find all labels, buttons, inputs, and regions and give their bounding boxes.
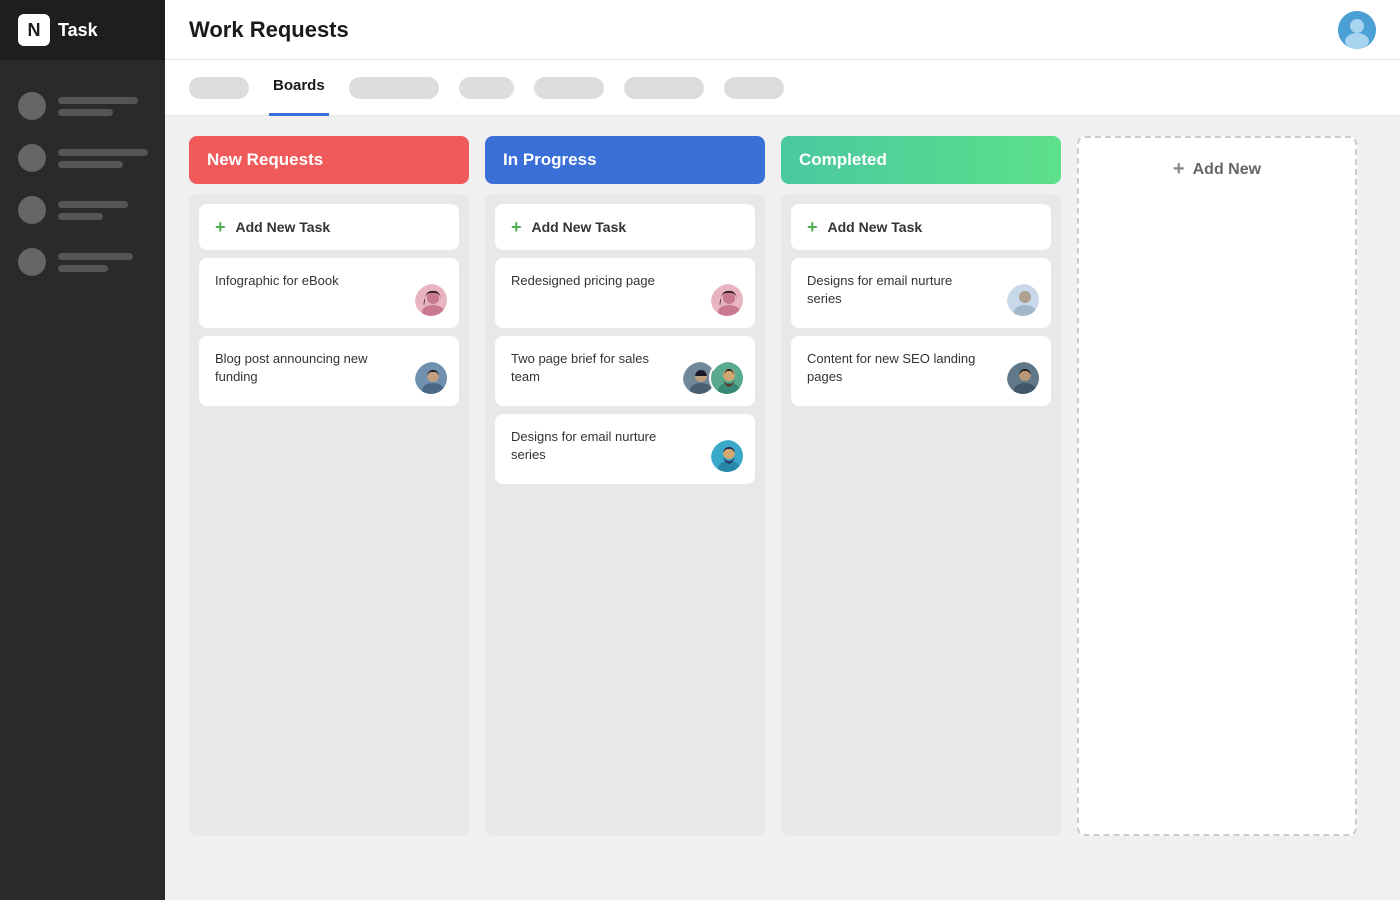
task-card[interactable]: Infographic for eBook <box>199 258 459 328</box>
avatar <box>709 360 745 396</box>
avatar-group <box>709 282 745 318</box>
logo-letter: N <box>28 20 41 41</box>
sidebar-label-1 <box>58 97 138 116</box>
task-card[interactable]: Designs for email nurture series <box>791 258 1051 328</box>
column-body-completed: + Add New Task Designs for email nurture… <box>781 194 1061 836</box>
column-completed: Completed + Add New Task Designs for ema… <box>781 136 1061 836</box>
sidebar-line <box>58 161 123 168</box>
sidebar-line <box>58 201 128 208</box>
board-area: New Requests + Add New Task Infographic … <box>165 116 1400 900</box>
sidebar-item-4[interactable] <box>0 236 165 288</box>
tab-pill-2[interactable] <box>349 77 439 99</box>
sidebar-label-4 <box>58 253 133 272</box>
add-column-plus-icon: + <box>1173 158 1185 181</box>
add-task-button-completed[interactable]: + Add New Task <box>791 204 1051 250</box>
column-body-new-requests: + Add New Task Infographic for eBook <box>189 194 469 836</box>
page-title: Work Requests <box>189 17 349 43</box>
tab-pill-3[interactable] <box>459 77 514 99</box>
sidebar-nav <box>0 60 165 900</box>
column-body-in-progress: + Add New Task Redesigned pricing page <box>485 194 765 836</box>
sidebar-item-2[interactable] <box>0 132 165 184</box>
plus-icon: + <box>511 218 522 236</box>
task-card[interactable]: Two page brief for sales team <box>495 336 755 406</box>
column-header-new-requests: New Requests <box>189 136 469 184</box>
sidebar-avatar-4 <box>18 248 46 276</box>
sidebar-line <box>58 97 138 104</box>
sidebar-label-3 <box>58 201 128 220</box>
tab-pill-1[interactable] <box>189 77 249 99</box>
column-header-in-progress: In Progress <box>485 136 765 184</box>
sidebar-item-1[interactable] <box>0 80 165 132</box>
avatar <box>709 438 745 474</box>
sidebar-line <box>58 109 113 116</box>
user-avatar[interactable] <box>1338 11 1376 49</box>
avatar <box>1005 282 1041 318</box>
plus-icon: + <box>807 218 818 236</box>
avatar-group <box>413 282 449 318</box>
sidebar-avatar-1 <box>18 92 46 120</box>
avatar-group <box>1005 360 1041 396</box>
tab-pill-5[interactable] <box>624 77 704 99</box>
plus-icon: + <box>215 218 226 236</box>
sidebar-line <box>58 253 133 260</box>
sidebar-line <box>58 265 108 272</box>
avatar-group <box>1005 282 1041 318</box>
task-card[interactable]: Designs for email nurture series <box>495 414 755 484</box>
avatar-group <box>681 360 745 396</box>
add-task-button-new-requests[interactable]: + Add New Task <box>199 204 459 250</box>
sidebar-header: N Task <box>0 0 165 60</box>
task-card[interactable]: Content for new SEO landing pages <box>791 336 1051 406</box>
sidebar: N Task <box>0 0 165 900</box>
add-new-column[interactable]: + Add New <box>1077 136 1357 836</box>
logo-text: Task <box>58 20 98 41</box>
sidebar-line <box>58 149 148 156</box>
tabs-bar: Boards <box>165 60 1400 116</box>
column-new-requests: New Requests + Add New Task Infographic … <box>189 136 469 836</box>
topbar: Work Requests <box>165 0 1400 60</box>
tab-pill-6[interactable] <box>724 77 784 99</box>
avatar <box>709 282 745 318</box>
main-content: Work Requests Boards New Requests + <box>165 0 1400 900</box>
avatar-group <box>709 438 745 474</box>
avatar <box>413 360 449 396</box>
sidebar-avatar-3 <box>18 196 46 224</box>
sidebar-item-3[interactable] <box>0 184 165 236</box>
column-in-progress: In Progress + Add New Task Redesigned pr… <box>485 136 765 836</box>
add-new-column-label: Add New <box>1193 161 1261 179</box>
sidebar-avatar-2 <box>18 144 46 172</box>
task-card[interactable]: Blog post announcing new funding <box>199 336 459 406</box>
column-header-completed: Completed <box>781 136 1061 184</box>
sidebar-line <box>58 213 103 220</box>
task-card[interactable]: Redesigned pricing page <box>495 258 755 328</box>
add-new-column-inner: + Add New <box>1173 158 1261 181</box>
logo-icon: N <box>18 14 50 46</box>
avatar-group <box>413 360 449 396</box>
avatar <box>413 282 449 318</box>
tab-boards[interactable]: Boards <box>269 60 329 116</box>
tab-pill-4[interactable] <box>534 77 604 99</box>
avatar <box>1005 360 1041 396</box>
add-task-button-in-progress[interactable]: + Add New Task <box>495 204 755 250</box>
sidebar-label-2 <box>58 149 148 168</box>
